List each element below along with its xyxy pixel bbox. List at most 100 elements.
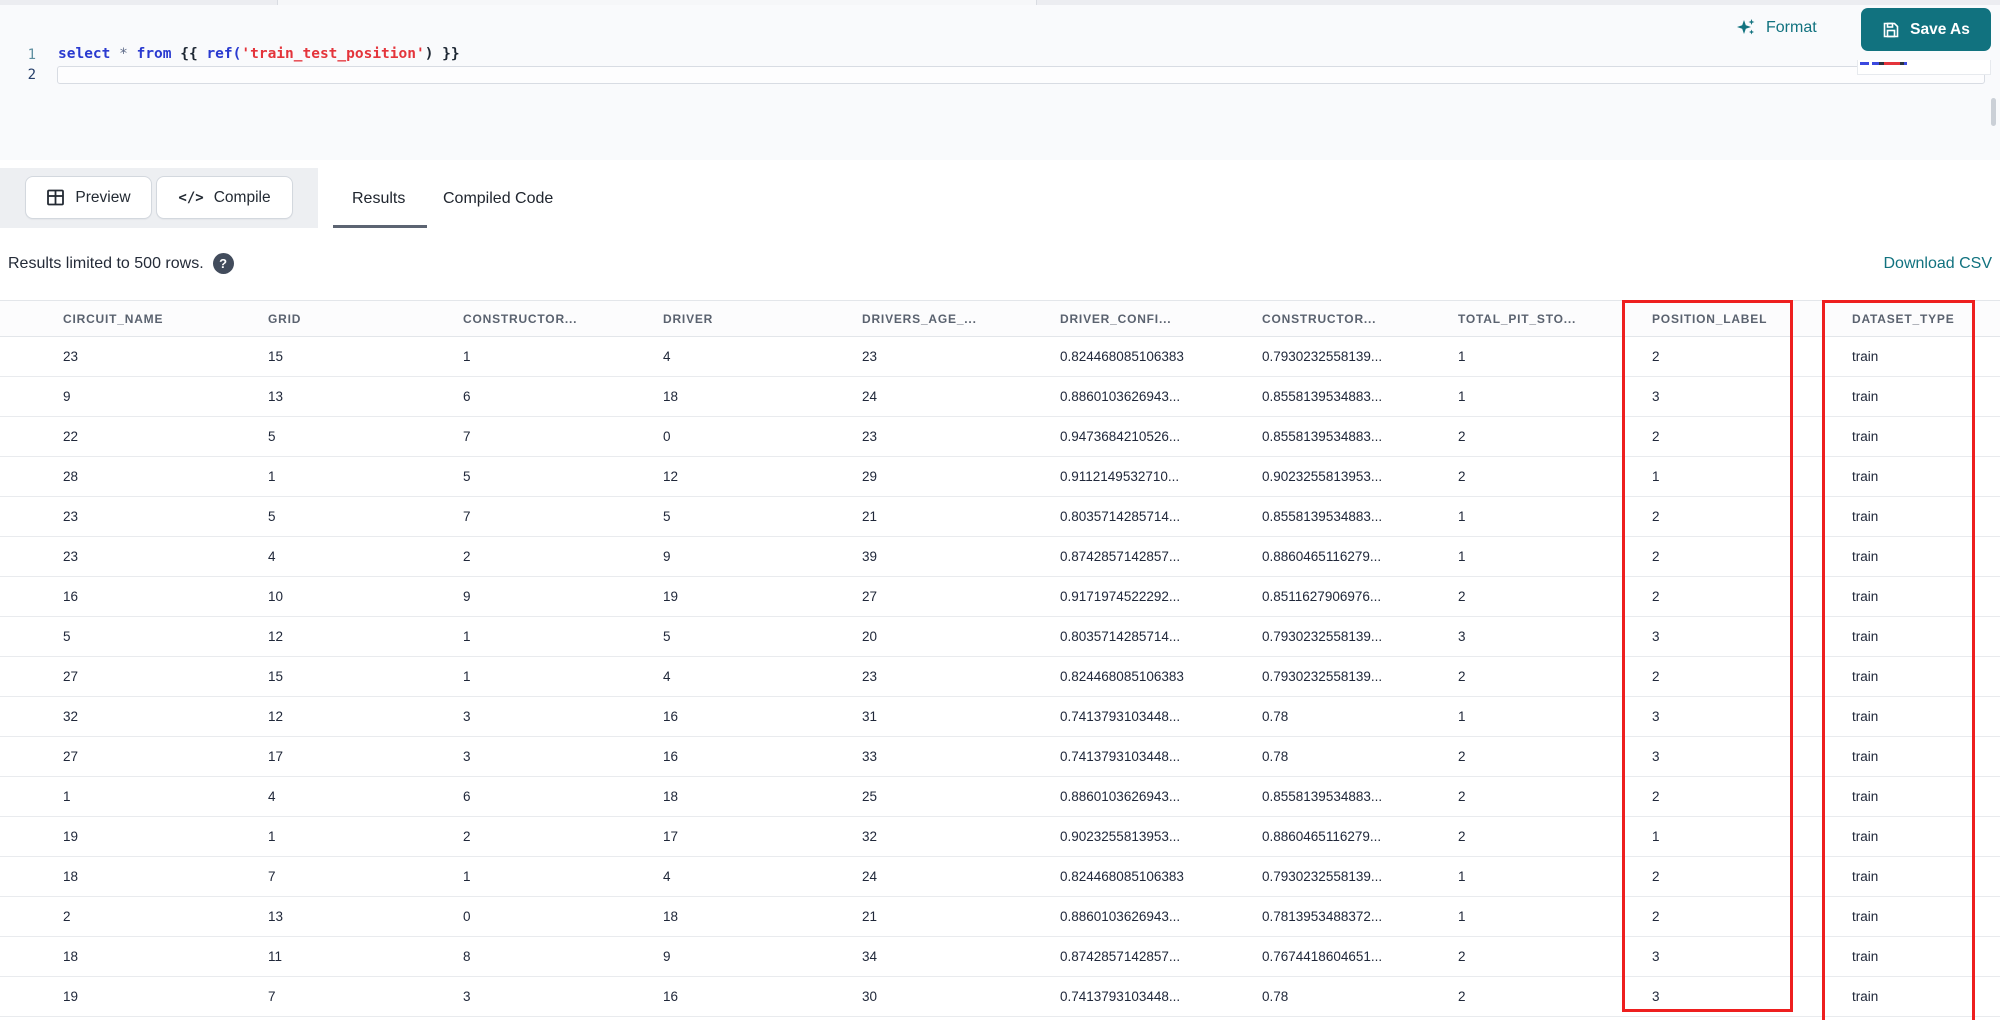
table-cell: 9 (663, 549, 671, 564)
table-cell: 3 (463, 749, 471, 764)
table-cell: 7 (268, 869, 276, 884)
table-cell: 4 (268, 549, 276, 564)
table-cell: train (1852, 989, 1879, 1004)
active-tab-underline (333, 225, 427, 228)
table-cell: 2 (1458, 749, 1466, 764)
table-cell: 24 (862, 389, 878, 404)
table-header-row: CIRCUIT_NAME GRID CONSTRUCTOR... DRIVER DRIV… (0, 300, 2000, 337)
table-cell: 0.8860465116279... (1262, 829, 1382, 844)
code-line[interactable]: select * from {{ ref('train_test_positio… (58, 46, 460, 62)
table-row: 27 15 1 4 23 0.824468085106383 0.7930232558139… (0, 657, 2000, 697)
table-cell: 23 (63, 549, 79, 564)
table-icon (46, 188, 65, 207)
table-row: 27 17 3 16 33 0.7413793103448... 0.78 2 3 train (0, 737, 2000, 777)
table-cell: 12 (663, 469, 679, 484)
table-cell: 2 (1652, 869, 1660, 884)
table-cell: 0.8742857142857... (1060, 549, 1181, 564)
table-cell: 22 (63, 429, 79, 444)
table-cell: 27 (862, 589, 878, 604)
ide-window: Format Save As 1 2 select * from {{ ref(… (0, 0, 2000, 1020)
table-cell: 0 (463, 909, 471, 924)
table-cell: 34 (862, 949, 878, 964)
table-cell: 5 (268, 509, 276, 524)
table-cell: 3 (1652, 949, 1660, 964)
table-cell: 0.8742857142857... (1060, 949, 1181, 964)
table-cell: 1 (1652, 469, 1660, 484)
table-cell: train (1852, 709, 1879, 724)
table-cell: 0.9171974522292... (1060, 589, 1181, 604)
table-body: 23 15 1 4 23 0.824468085106383 0.7930232558139… (0, 337, 2000, 1017)
tab-compiled-code[interactable]: Compiled Code (443, 190, 553, 208)
table-cell: 9 (663, 949, 671, 964)
sql-editor[interactable]: Format Save As 1 2 select * from {{ ref(… (0, 5, 2000, 160)
table-cell: 0.824468085106383 (1060, 669, 1184, 684)
table-cell: 2 (463, 549, 471, 564)
table-cell: 13 (268, 389, 284, 404)
table-cell: 0.8035714285714... (1060, 629, 1181, 644)
table-cell: 2 (1458, 589, 1466, 604)
format-button[interactable]: Format (1735, 13, 1817, 43)
compile-button[interactable]: </> Compile (156, 176, 293, 219)
table-cell: 3 (1458, 629, 1466, 644)
table-cell: 1 (1458, 549, 1466, 564)
table-cell: 1 (1652, 829, 1660, 844)
table-cell: 3 (1652, 629, 1660, 644)
table-cell: 1 (463, 869, 471, 884)
table-cell: train (1852, 749, 1879, 764)
table-cell: 0.8860103626943... (1060, 389, 1181, 404)
table-cell: train (1852, 469, 1879, 484)
table-cell: 0.9112149532710... (1060, 469, 1180, 484)
save-as-button[interactable]: Save As (1861, 8, 1991, 51)
table-cell: 0.8558139534883... (1262, 429, 1383, 444)
table-cell: 3 (1652, 749, 1660, 764)
table-cell: 2 (1458, 669, 1466, 684)
table-cell: 5 (63, 629, 71, 644)
table-cell: 7 (463, 429, 471, 444)
column-header-driver: DRIVER (663, 311, 714, 326)
table-cell: 1 (268, 469, 276, 484)
table-cell: 19 (663, 589, 679, 604)
table-cell: 31 (862, 709, 878, 724)
table-cell: 0.8558139534883... (1262, 789, 1383, 804)
code-token: select (58, 46, 111, 62)
compile-label: Compile (213, 188, 271, 206)
download-csv-link[interactable]: Download CSV (1884, 255, 1993, 273)
code-token: from (136, 46, 172, 62)
table-cell: 0.824468085106383 (1060, 349, 1184, 364)
editor-scrollbar[interactable] (1991, 98, 1996, 126)
table-cell: 0.8511627906976... (1262, 589, 1382, 604)
table-cell: 2 (63, 909, 71, 924)
help-icon[interactable]: ? (212, 253, 234, 274)
table-cell: 0.824468085106383 (1060, 869, 1184, 884)
table-cell: 0.7930232558139... (1262, 669, 1383, 684)
active-line-highlight[interactable] (57, 66, 1985, 84)
table-cell: train (1852, 829, 1879, 844)
table-cell: 27 (63, 749, 79, 764)
table-cell: 2 (1458, 829, 1466, 844)
column-header-dataset-type: DATASET_TYPE (1852, 311, 1955, 326)
table-row: 2 13 0 18 21 0.8860103626943... 0.781395348837… (0, 897, 2000, 937)
table-cell: 2 (1652, 909, 1660, 924)
table-cell: 2 (1652, 349, 1660, 364)
code-token: 'train_test_position' (241, 46, 425, 62)
table-cell: 9 (463, 589, 471, 604)
table-cell: 19 (63, 829, 79, 844)
table-cell: 0 (663, 429, 671, 444)
table-cell: 17 (663, 829, 679, 844)
column-header-driver-confi: DRIVER_CONFI... (1060, 311, 1172, 326)
table-cell: train (1852, 669, 1879, 684)
table-cell: 0.7413793103448... (1060, 709, 1181, 724)
editor-minimap[interactable] (1857, 60, 1991, 75)
column-header-position-label: POSITION_LABEL (1652, 311, 1768, 326)
save-as-label: Save As (1910, 20, 1970, 38)
table-row: 5 12 1 5 20 0.8035714285714... 0.7930232558139… (0, 617, 2000, 657)
table-cell: 32 (63, 709, 79, 724)
table-cell: 0.7413793103448... (1060, 989, 1181, 1004)
table-cell: train (1852, 549, 1879, 564)
preview-button[interactable]: Preview (25, 176, 152, 219)
table-row: 28 1 5 12 29 0.9112149532710... 0.902325581395… (0, 457, 2000, 497)
tab-results[interactable]: Results (352, 190, 405, 208)
table-cell: 0.7930232558139... (1262, 349, 1383, 364)
table-cell: 18 (663, 789, 679, 804)
table-cell: 1 (1458, 709, 1466, 724)
